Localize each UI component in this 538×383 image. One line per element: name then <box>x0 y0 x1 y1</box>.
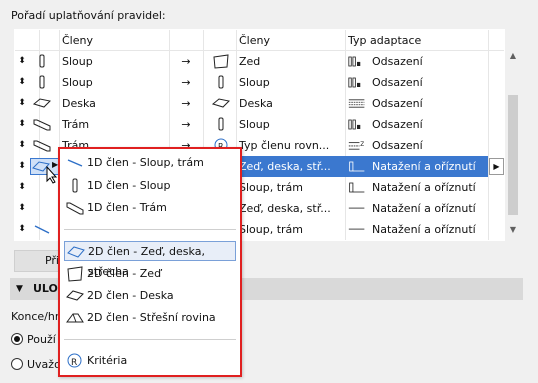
menu-item-2d-wall-slab-roof[interactable]: 2D člen - Zeď, deska, střecha <box>64 241 236 278</box>
column-icon <box>39 54 45 68</box>
row-right-members: Typ členu rovn... <box>239 139 330 152</box>
reorder-handle[interactable]: ⬍ <box>15 177 29 198</box>
arrow-icon: → <box>181 118 191 131</box>
column-icon <box>39 75 45 89</box>
adaptation-dropdown-button[interactable]: ▶ <box>489 158 504 175</box>
radio-button[interactable] <box>11 358 23 370</box>
roof-icon <box>66 313 84 323</box>
reorder-handle[interactable]: ⬍ <box>15 198 29 219</box>
menu-item-2d-roof[interactable]: 2D člen - Střešní rovina <box>64 308 236 328</box>
slab-icon <box>66 290 84 301</box>
row-adaptation: Natažení a oříznutí <box>372 181 476 194</box>
column-icon <box>72 178 78 193</box>
member-type-popup: 1D člen - Sloup, trám 1D člen - Sloup 1D… <box>58 147 242 377</box>
radio-label: Uvažo <box>27 358 61 371</box>
line-icon <box>348 228 365 230</box>
slab-offset-icon <box>348 99 365 108</box>
menu-item-2d-slab[interactable]: 2D člen - Deska <box>64 286 236 306</box>
offset-icon <box>348 119 361 130</box>
table-row[interactable]: ⬍ Trám → Sloup Odsazení <box>15 114 504 135</box>
beam-icon <box>33 119 51 131</box>
slab-icon <box>212 98 230 108</box>
row-right-members: Deska <box>239 97 273 110</box>
table-row[interactable]: ⬍ Sloup → Zeď Odsazení <box>15 51 504 72</box>
reorder-handle[interactable]: ⬍ <box>15 72 29 93</box>
extend-trim-icon <box>349 161 365 172</box>
radio-use[interactable]: Použí <box>11 331 56 349</box>
row-right-members: Sloup, trám <box>239 181 304 194</box>
slab-icon <box>33 98 51 108</box>
row-right-members: Zeď, deska, stř... <box>239 160 331 173</box>
offset-icon <box>348 56 361 67</box>
section-title: Pořadí uplatňování pravidel: <box>11 9 166 22</box>
menu-item-1d-column-beam[interactable]: 1D člen - Sloup, trám <box>64 153 236 173</box>
table-header: Členy Členy Typ adaptace <box>15 30 504 51</box>
arrow-icon: → <box>181 97 191 110</box>
reorder-handle[interactable]: ⬍ <box>15 51 29 72</box>
column-icon <box>218 117 224 131</box>
reorder-handle[interactable]: ⬍ <box>15 135 29 156</box>
row-adaptation: Natažení a oříznutí <box>372 160 476 173</box>
arrow-icon: → <box>181 55 191 68</box>
column-icon <box>218 75 224 89</box>
offset-icon <box>348 77 361 88</box>
wall-icon <box>213 54 229 69</box>
row-right-members: Sloup, trám <box>239 223 304 236</box>
radio-consider[interactable]: Uvažo <box>11 356 61 374</box>
menu-separator <box>64 339 236 340</box>
row-adaptation: Odsazení <box>372 97 423 110</box>
reorder-handle[interactable]: ⬍ <box>15 114 29 135</box>
line-1d-icon <box>67 159 83 167</box>
collapse-triangle-icon[interactable]: ▼ <box>16 278 23 300</box>
row-adaptation: Odsazení <box>372 118 423 131</box>
row-left-members: Trám <box>62 118 90 131</box>
scroll-thumb[interactable] <box>508 95 518 215</box>
add-rule-button[interactable]: Při <box>14 250 64 272</box>
plane-2d-icon <box>67 246 85 258</box>
criteria-icon: R <box>67 353 82 368</box>
row-right-members: Sloup <box>239 118 270 131</box>
wall-icon <box>67 266 83 282</box>
row-right-members: Sloup <box>239 76 270 89</box>
row-adaptation: Natažení a oříznutí <box>372 202 476 215</box>
line-icon <box>348 207 365 209</box>
row-adaptation: Odsazení <box>372 76 423 89</box>
menu-item-1d-beam[interactable]: 1D člen - Trám <box>64 198 236 218</box>
scroll-down-icon[interactable]: ▼ <box>508 225 518 234</box>
row-adaptation: Odsazení <box>372 55 423 68</box>
arrow-icon: → <box>181 76 191 89</box>
reorder-handle[interactable]: ⬍ <box>15 156 29 177</box>
menu-item-2d-wall[interactable]: 2D člen - Zeď <box>64 264 236 284</box>
svg-text:R: R <box>71 358 77 368</box>
header-members-1: Členy <box>62 34 93 47</box>
header-adaptation-type: Typ adaptace <box>348 34 422 47</box>
extend-trim-icon <box>349 182 365 193</box>
row-left-members: Deska <box>62 97 96 110</box>
row-adaptation: Odsazení <box>372 139 423 152</box>
mouse-cursor-icon <box>46 166 58 184</box>
z-offset-icon: Z <box>348 142 364 150</box>
menu-separator <box>64 229 236 230</box>
menu-item-criteria[interactable]: R Kritéria <box>64 351 236 371</box>
reorder-handle[interactable]: ⬍ <box>15 219 29 240</box>
row-right-members: Zeď <box>239 55 261 68</box>
scroll-up-icon[interactable]: ▲ <box>508 51 518 60</box>
svg-text:Z: Z <box>360 142 364 148</box>
ends-label: Konce/hr <box>11 310 60 323</box>
beam-icon <box>66 202 84 215</box>
row-left-members: Sloup <box>62 55 93 68</box>
header-members-2: Členy <box>239 34 270 47</box>
table-row[interactable]: ⬍ Deska → Deska Odsazení <box>15 93 504 114</box>
menu-item-1d-column[interactable]: 1D člen - Sloup <box>64 176 236 196</box>
reorder-handle[interactable]: ⬍ <box>15 93 29 114</box>
radio-label: Použí <box>27 333 56 346</box>
radio-button[interactable] <box>11 333 23 345</box>
table-row[interactable]: ⬍ Sloup → Sloup Odsazení <box>15 72 504 93</box>
row-adaptation: Natažení a oříznutí <box>372 223 476 236</box>
beam-icon <box>33 140 51 152</box>
row-left-members: Sloup <box>62 76 93 89</box>
table-scrollbar[interactable]: ▲ ▼ <box>505 29 521 241</box>
row-right-members: Zeď, deska, stř... <box>239 202 331 215</box>
line-1d-icon <box>34 225 50 234</box>
